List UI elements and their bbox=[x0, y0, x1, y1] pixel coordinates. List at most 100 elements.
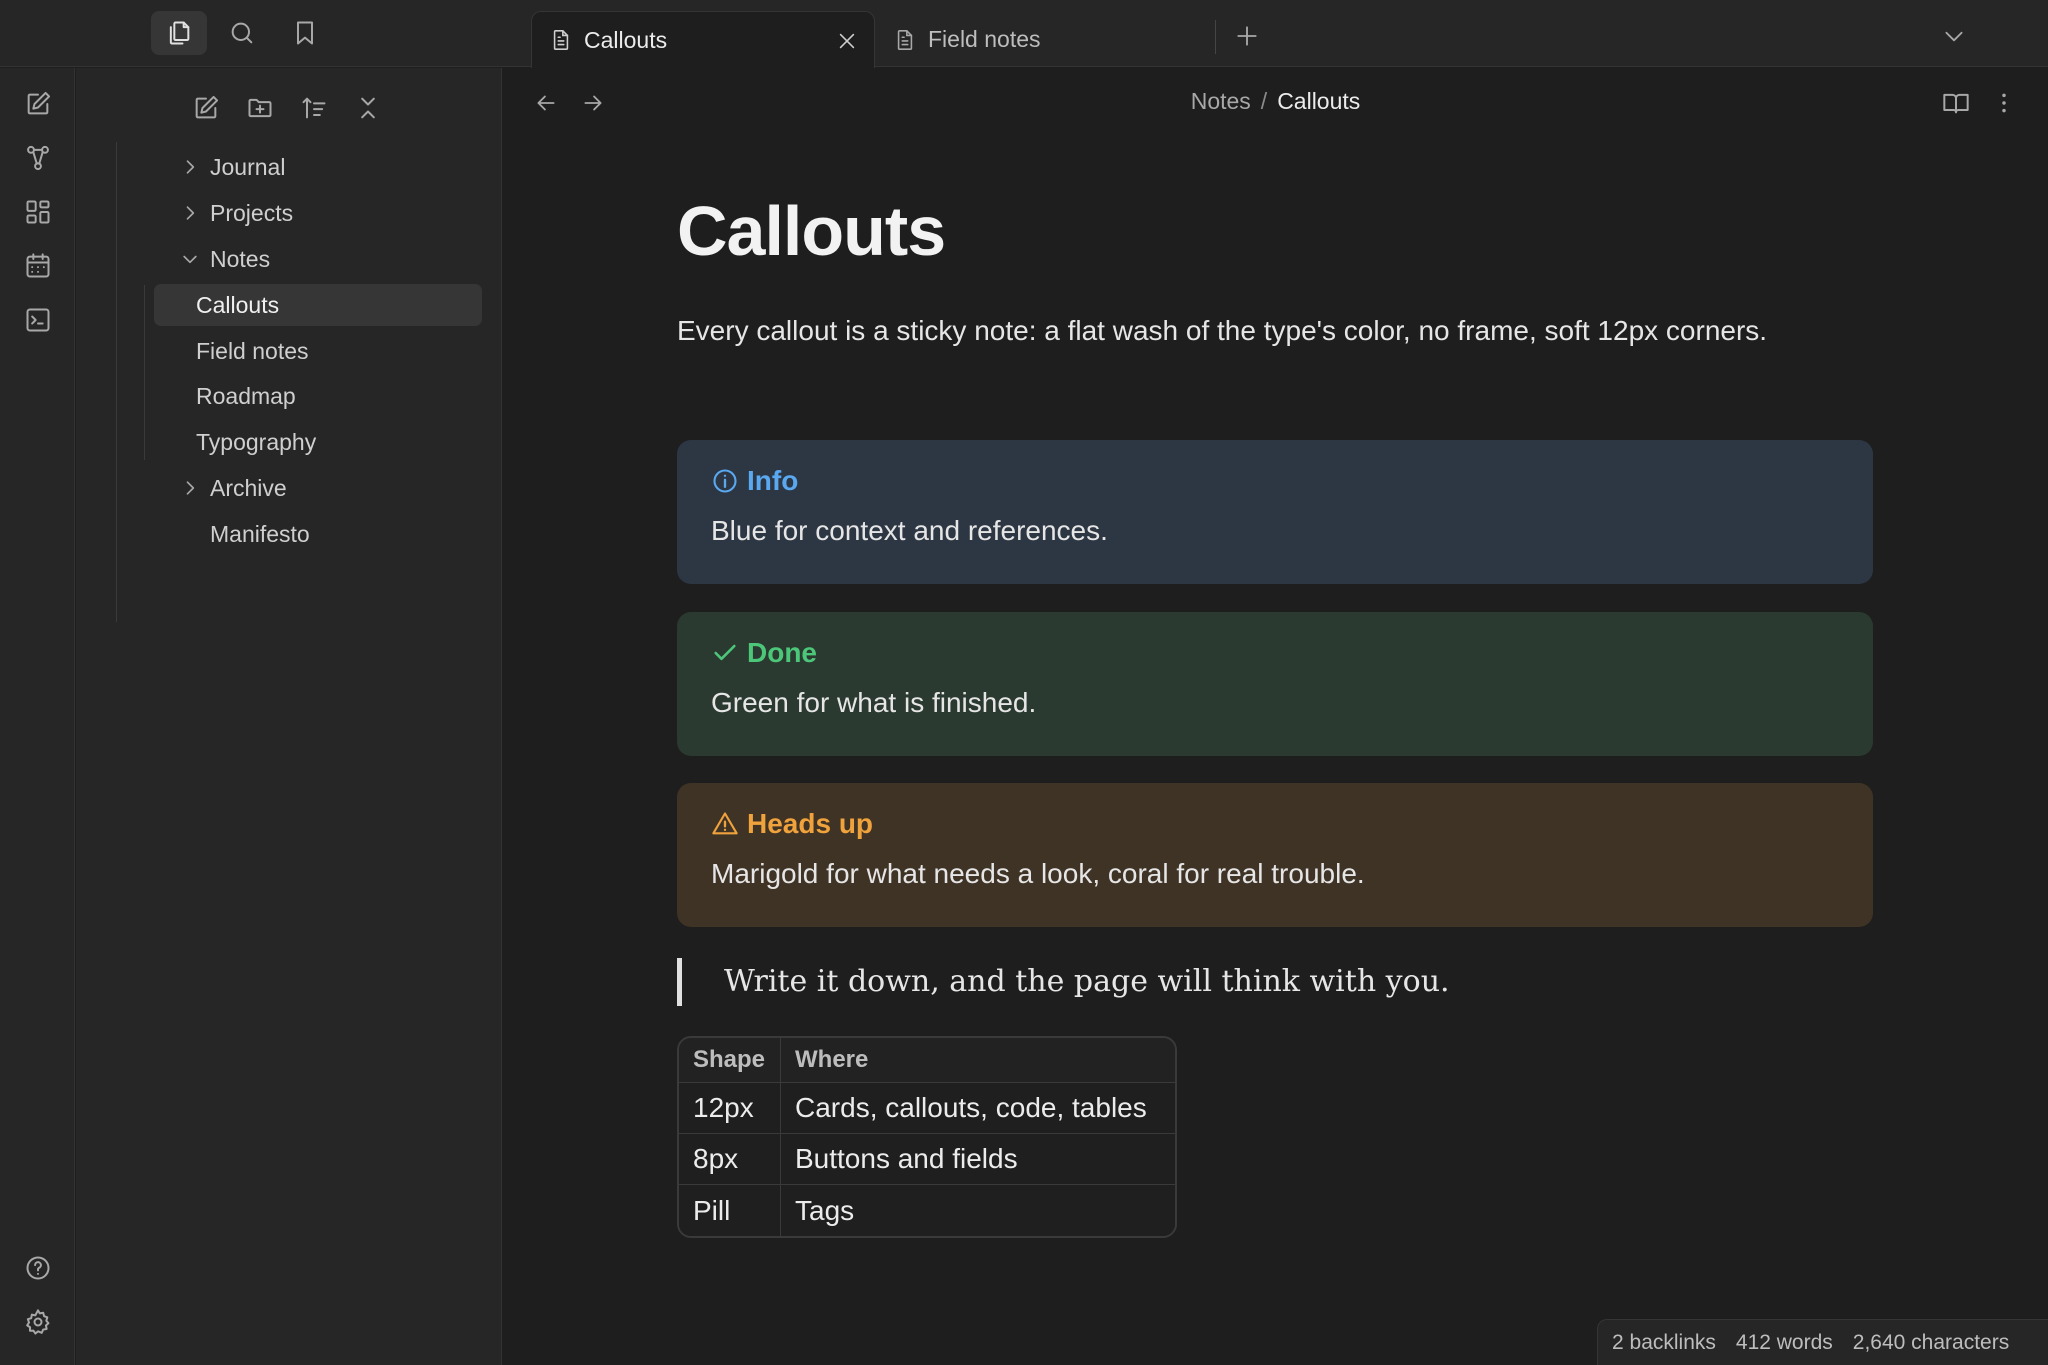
callout-body: Blue for context and references. bbox=[711, 515, 1108, 546]
chevron-down-icon bbox=[1945, 31, 1963, 42]
settings-button[interactable] bbox=[18, 1302, 58, 1342]
document-icon bbox=[553, 30, 569, 50]
tree-item-label: Projects bbox=[210, 199, 294, 226]
graph-view-button[interactable] bbox=[18, 138, 58, 178]
tree-item-label: Manifesto bbox=[210, 520, 310, 547]
tab-close-button[interactable] bbox=[836, 30, 858, 52]
files-view-button[interactable] bbox=[151, 11, 207, 55]
terminal-icon bbox=[26, 308, 50, 332]
file-roadmap[interactable]: Roadmap bbox=[154, 375, 482, 417]
graph-icon bbox=[27, 145, 49, 171]
chevron-down-icon bbox=[183, 255, 197, 264]
file-callouts[interactable]: Callouts bbox=[154, 284, 482, 326]
table-header-cell: Where bbox=[781, 1038, 1175, 1083]
file-typography[interactable]: Typography bbox=[154, 421, 482, 463]
table-header-cell: Shape bbox=[679, 1038, 781, 1083]
chevron-right-icon bbox=[186, 206, 195, 220]
table-header-row: Shape Where bbox=[679, 1038, 1175, 1083]
daily-note-button[interactable] bbox=[18, 246, 58, 286]
intro-paragraph: Every callout is a sticky note: a flat w… bbox=[677, 315, 1768, 346]
edit-icon bbox=[195, 95, 219, 119]
document-icon bbox=[897, 29, 913, 50]
table-row: Pill Tags bbox=[679, 1185, 1175, 1236]
dashboard-icon bbox=[26, 200, 50, 224]
folder-plus-icon bbox=[248, 98, 272, 118]
reading-view-button[interactable] bbox=[1936, 83, 1976, 123]
tab-label: Callouts bbox=[584, 26, 668, 53]
bookmark-icon bbox=[297, 21, 313, 45]
command-palette-button[interactable] bbox=[18, 300, 58, 340]
new-note-button[interactable] bbox=[186, 88, 226, 128]
folder-archive[interactable]: Archive bbox=[120, 467, 460, 509]
folder-notes[interactable]: Notes bbox=[120, 238, 460, 280]
file-manifesto[interactable]: Manifesto bbox=[120, 513, 460, 555]
tree-item-label: Notes bbox=[210, 245, 271, 272]
tree-item-label: Archive bbox=[210, 474, 287, 501]
new-tab-button[interactable] bbox=[1220, 14, 1274, 58]
sort-icon bbox=[302, 97, 326, 119]
sort-button[interactable] bbox=[294, 88, 334, 128]
tree-guide-root bbox=[116, 142, 117, 622]
breadcrumb-current: Callouts bbox=[1277, 88, 1361, 114]
book-open-icon bbox=[1943, 93, 1969, 114]
bookmarks-view-button[interactable] bbox=[277, 11, 333, 55]
search-view-button[interactable] bbox=[214, 11, 270, 55]
chevron-right-icon bbox=[186, 481, 195, 495]
check-icon bbox=[714, 644, 736, 661]
callout-done[interactable]: Done Green for what is finished. bbox=[677, 612, 1873, 756]
breadcrumb: Notes / Callouts bbox=[503, 88, 2048, 115]
callout-body: Marigold for what needs a look, coral fo… bbox=[711, 858, 1365, 889]
tree-item-label: Callouts bbox=[196, 291, 280, 318]
plus-icon bbox=[1237, 26, 1257, 46]
help-icon bbox=[26, 1256, 50, 1280]
new-note-ribbon-button[interactable] bbox=[18, 84, 58, 124]
folder-journal[interactable]: Journal bbox=[120, 146, 460, 188]
table-cell: Buttons and fields bbox=[781, 1134, 1175, 1185]
page-title: Callouts bbox=[677, 192, 946, 270]
status-bar: 2 backlinks 412 words 2,640 characters bbox=[1597, 1319, 2048, 1365]
tree-guide-notes bbox=[144, 285, 145, 460]
callout-body: Green for what is finished. bbox=[711, 687, 1037, 718]
breadcrumb-parent[interactable]: Notes bbox=[1191, 88, 1251, 114]
table-row: 12px Cards, callouts, code, tables bbox=[679, 1083, 1175, 1134]
callout-title: Heads up bbox=[747, 808, 874, 839]
new-folder-button[interactable] bbox=[240, 88, 280, 128]
callout-heads-up[interactable]: Heads up Marigold for what needs a look,… bbox=[677, 783, 1873, 927]
table-cell: Cards, callouts, code, tables bbox=[781, 1083, 1175, 1134]
callout-info[interactable]: Info Blue for context and references. bbox=[677, 440, 1873, 584]
collapse-all-button[interactable] bbox=[348, 88, 388, 128]
calendar-icon bbox=[26, 253, 50, 278]
help-button[interactable] bbox=[18, 1248, 58, 1288]
table-cell: 8px bbox=[679, 1134, 781, 1185]
backlinks-count[interactable]: 2 backlinks bbox=[1612, 1331, 1716, 1355]
callout-title: Info bbox=[747, 465, 799, 496]
tree-item-label: Roadmap bbox=[196, 382, 296, 409]
tab-callouts[interactable]: Callouts bbox=[531, 11, 875, 68]
more-options-button[interactable] bbox=[1984, 83, 2024, 123]
tree-item-label: Typography bbox=[196, 428, 317, 455]
editor-pane: Notes / Callouts Callouts Every callout is… bbox=[503, 68, 2048, 1365]
file-field-notes[interactable]: Field notes bbox=[154, 330, 482, 372]
canvas-button[interactable] bbox=[18, 192, 58, 232]
tab-divider bbox=[1215, 20, 1216, 54]
table-cell: Pill bbox=[679, 1185, 781, 1236]
tab-list-button[interactable] bbox=[1926, 14, 1982, 58]
breadcrumb-separator: / bbox=[1260, 88, 1268, 114]
file-explorer: Journal Projects Notes Callouts Field no… bbox=[76, 68, 502, 1365]
tree-item-label: Journal bbox=[210, 153, 286, 180]
close-icon bbox=[839, 33, 855, 49]
warning-icon bbox=[712, 812, 738, 835]
gear-icon bbox=[26, 1309, 50, 1335]
tab-field-notes[interactable]: Field notes bbox=[876, 11, 1216, 68]
collapse-icon bbox=[361, 97, 375, 119]
search-icon bbox=[231, 22, 253, 44]
tab-label: Field notes bbox=[928, 26, 1041, 52]
info-icon bbox=[713, 469, 737, 493]
callout-title: Done bbox=[747, 637, 817, 668]
folder-projects[interactable]: Projects bbox=[120, 192, 460, 234]
tree-item-label: Field notes bbox=[196, 337, 309, 364]
character-count: 2,640 characters bbox=[1852, 1330, 2010, 1354]
chevron-right-icon bbox=[186, 160, 195, 174]
note-content: Callouts Every callout is a sticky note:… bbox=[677, 186, 1873, 1238]
shape-table: Shape Where 12px Cards, callouts, code, … bbox=[677, 1036, 1177, 1238]
